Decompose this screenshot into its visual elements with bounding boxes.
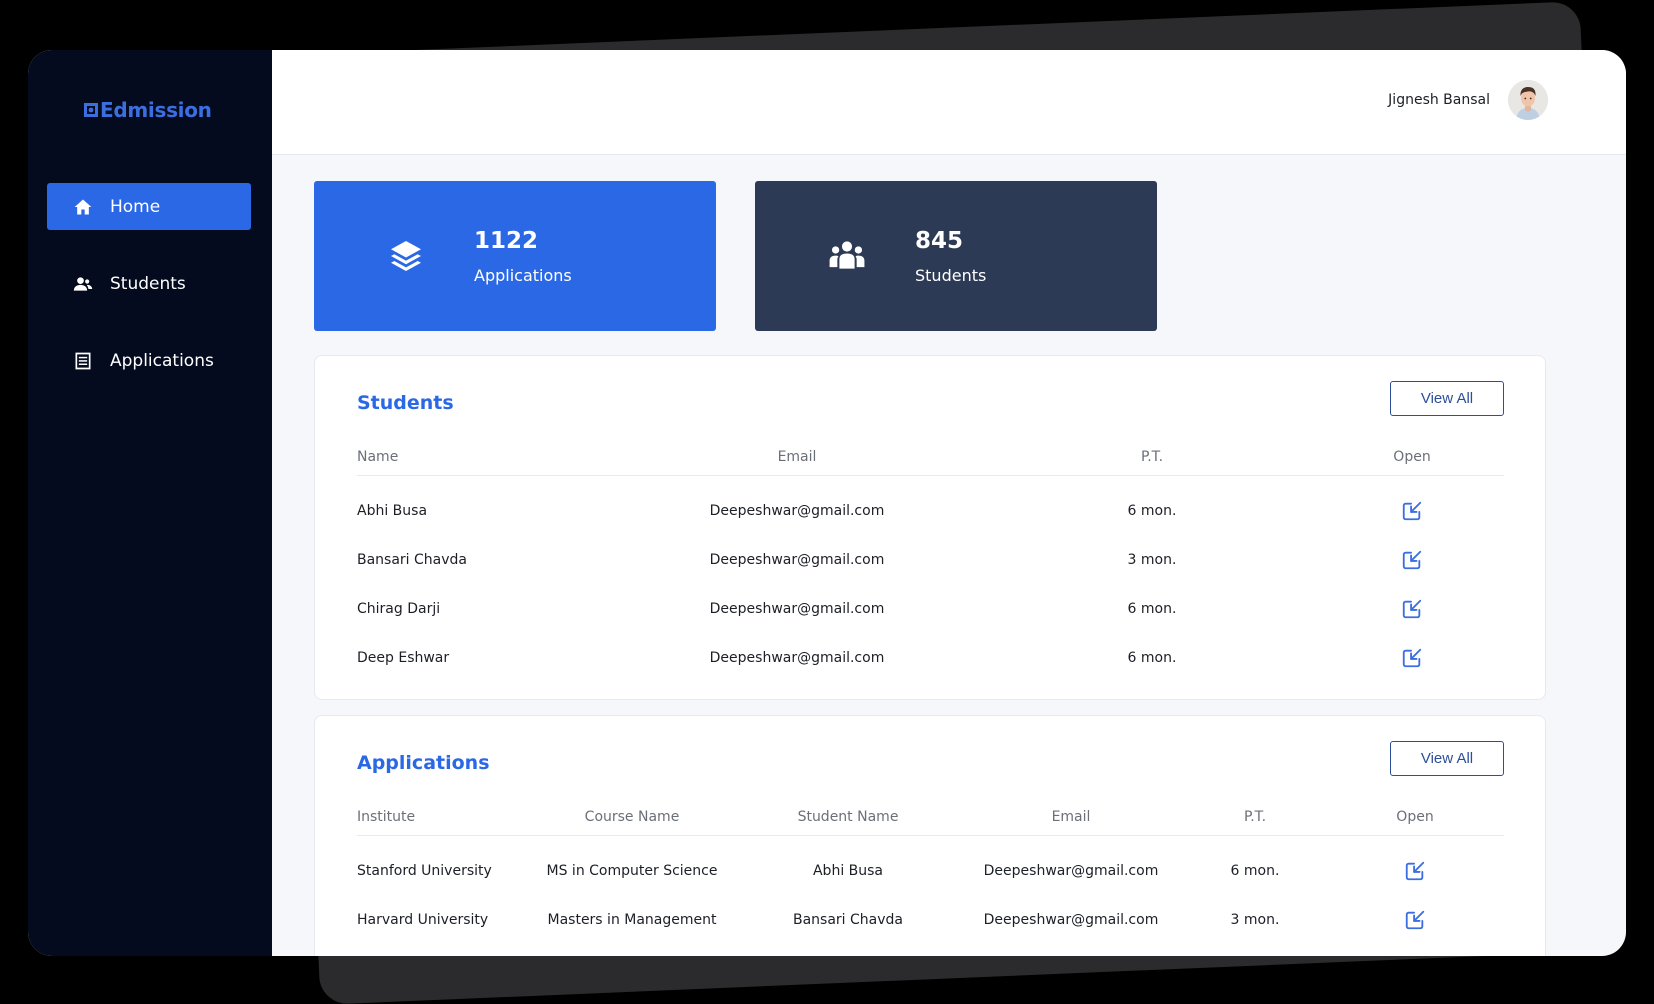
student-name: Bansari Chavda [792,911,903,928]
student-email: Deepeshwar@gmail.com [983,911,1159,928]
table-row: Harvard University Masters in Management… [357,895,1504,944]
student-pt: 6 mon. [1127,502,1177,519]
column-header: P.T. [1140,448,1164,465]
column-header: Open [1393,448,1431,465]
user-name: Jignesh Bansal [1388,92,1490,108]
column-header: Institute [357,808,416,825]
student-name: Deep Eshwar [357,649,450,666]
table-row: Chirag Darji Deepeshwar@gmail.com 6 mon. [357,584,1504,633]
user-menu[interactable]: Jignesh Bansal [1388,80,1548,120]
institute-name: Stanford University [357,862,492,879]
student-email: Deepeshwar@gmail.com [709,551,885,568]
student-name: Chirag Darji [357,600,441,617]
students-panel-title: Students [357,392,454,414]
application-pt: 3 mon. [1230,911,1280,928]
student-name: Abhi Busa [812,862,884,879]
table-body: Stanford University MS in Computer Scien… [357,846,1504,944]
sidebar-item-label: Home [110,196,161,217]
sidebar-item-applications[interactable]: Applications [47,337,251,384]
student-email: Deepeshwar@gmail.com [983,862,1159,879]
student-pt: 3 mon. [1127,551,1177,568]
app-window: Edmission Home Students Applications Jig… [28,50,1626,956]
table-header: Institute Course Name Student Name Email… [357,798,1504,836]
column-header: Open [1396,808,1434,825]
column-header: P.T. [1243,808,1267,825]
stat-label: Students [915,265,987,285]
open-external-icon[interactable] [1404,909,1426,931]
open-external-icon[interactable] [1401,500,1423,522]
sidebar: Edmission Home Students Applications [28,50,272,956]
stat-value: 1122 [474,227,539,254]
home-icon [72,196,94,218]
applications-stat-card[interactable]: 1122 Applications [314,181,716,331]
column-header: Name [357,448,399,465]
sidebar-nav: Home Students Applications [47,183,251,414]
column-header: Email [1051,808,1091,825]
course-name: Masters in Management [547,911,717,928]
student-name: Abhi Busa [357,502,428,519]
open-external-icon[interactable] [1401,598,1423,620]
student-pt: 6 mon. [1127,600,1177,617]
open-external-icon[interactable] [1401,549,1423,571]
avatar[interactable] [1508,80,1548,120]
applications-view-all-button[interactable]: View All [1390,741,1504,776]
table-row: Stanford University MS in Computer Scien… [357,846,1504,895]
students-table: Name Email P.T. Open Abhi Busa Deepeshwa… [357,438,1504,682]
students-view-all-button[interactable]: View All [1390,381,1504,416]
group-icon [825,234,869,278]
applications-table: Institute Course Name Student Name Email… [357,798,1504,944]
brand-logo[interactable]: Edmission [84,98,212,122]
applications-panel: Applications View All Institute Course N… [314,715,1546,956]
sidebar-item-home[interactable]: Home [47,183,251,230]
table-body: Abhi Busa Deepeshwar@gmail.com 6 mon. Ba… [357,486,1504,682]
student-name: Bansari Chavda [357,551,468,568]
applications-panel-title: Applications [357,752,490,774]
table-row: Abhi Busa Deepeshwar@gmail.com 6 mon. [357,486,1504,535]
logo-mark-icon [84,103,98,117]
main-content: Jignesh Bansal 1122 Applications 845 Stu… [272,50,1626,956]
students-stat-card[interactable]: 845 Students [755,181,1157,331]
course-name: MS in Computer Science [546,862,718,879]
table-row: Bansari Chavda Deepeshwar@gmail.com 3 mo… [357,535,1504,584]
sidebar-item-students[interactable]: Students [47,260,251,307]
student-pt: 6 mon. [1127,649,1177,666]
column-header: Student Name [797,808,899,825]
institute-name: Harvard University [357,911,489,928]
stat-value: 845 [915,227,964,254]
table-row: Deep Eshwar Deepeshwar@gmail.com 6 mon. [357,633,1504,682]
list-icon [72,350,94,372]
sidebar-item-label: Students [110,273,186,294]
sidebar-item-label: Applications [110,350,214,371]
student-email: Deepeshwar@gmail.com [709,600,885,617]
application-pt: 6 mon. [1230,862,1280,879]
student-email: Deepeshwar@gmail.com [709,649,885,666]
open-external-icon[interactable] [1401,647,1423,669]
stats-row: 1122 Applications 845 Students [314,181,1157,331]
student-email: Deepeshwar@gmail.com [709,502,885,519]
brand-name: Edmission [100,98,212,122]
stat-label: Applications [474,265,572,285]
students-panel: Students View All Name Email P.T. Open A… [314,355,1546,700]
top-bar: Jignesh Bansal [272,50,1626,155]
layers-icon [384,234,428,278]
table-header: Name Email P.T. Open [357,438,1504,476]
column-header: Email [777,448,817,465]
open-external-icon[interactable] [1404,860,1426,882]
users-icon [72,273,94,295]
column-header: Course Name [584,808,680,825]
